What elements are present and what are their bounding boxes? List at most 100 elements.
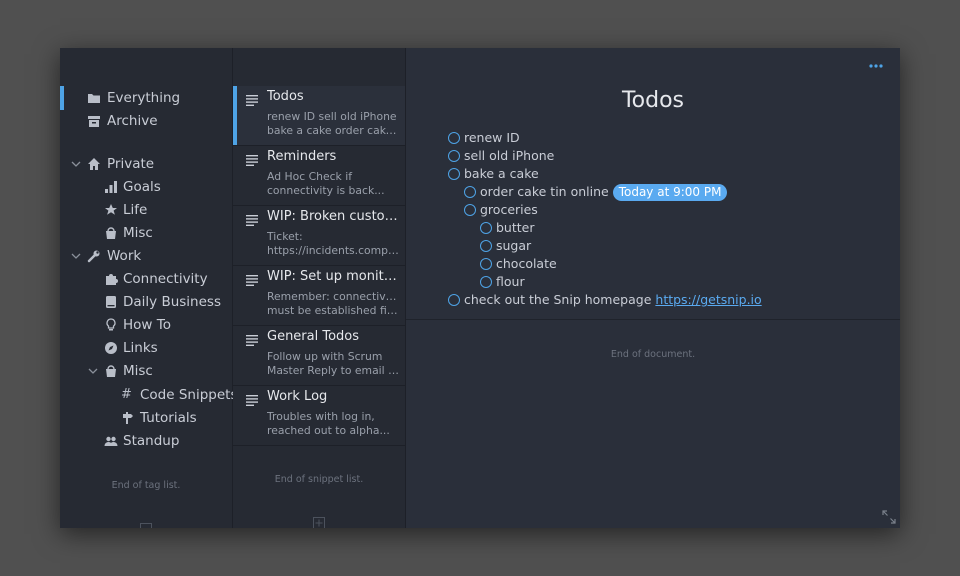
todo-checkbox[interactable] [480,258,492,270]
tag-code-snippets[interactable]: # Code Snippets [60,384,238,406]
snippet-item[interactable]: Work Log Troubles with log in, reached o… [233,386,405,446]
todo-checkbox[interactable] [480,240,492,252]
tag-list: Everything Archive Private Goals Life Mi… [60,48,238,528]
signpost-icon [123,412,133,424]
tag-label: Links [123,340,158,356]
homepage-link[interactable]: https://getsnip.io [655,292,761,307]
todo-checkbox[interactable] [480,276,492,288]
todo-text: flour [496,274,525,289]
todo-checkbox[interactable] [464,204,476,216]
snippet-preview-line: https://incidents.compan... [267,243,399,257]
tag-connectivity[interactable]: Connectivity [60,268,232,290]
wrench-icon [87,250,100,263]
todo-checkbox[interactable] [448,168,460,180]
tag-label: Misc [123,225,153,241]
document-end-note: End of document. [610,349,696,360]
snippet-item[interactable]: WIP: Broken custom... Ticket: https://in… [233,206,405,266]
snippet-preview: Remember: connectivity must be establish… [267,290,399,317]
tag-life[interactable]: Life [60,199,232,221]
todo-text: chocolate [496,256,557,271]
add-snippet-icon[interactable] [313,517,325,528]
expand-icon[interactable] [882,510,896,524]
archive-icon [88,116,100,127]
todo-checkbox[interactable] [480,222,492,234]
tag-label: Private [107,156,155,172]
document-view: Todos renew ID sell old iPhone bake a ca… [406,48,900,528]
tag-misc-work[interactable]: Misc [60,360,232,382]
chevron-down-icon[interactable] [71,159,81,169]
snippet-preview: Ticket: https://incidents.compan... [267,230,399,257]
tag-label: Work [107,248,142,264]
tag-how-to[interactable]: How To [60,314,232,336]
snippet-preview: renew ID sell old iPhone bake a cake ord… [267,110,399,137]
tag-label: Archive [107,113,158,129]
todo-checkbox[interactable] [448,132,460,144]
todo-text-label: order cake tin online [480,184,609,199]
tag-everything[interactable]: Everything [60,87,232,109]
users-icon [104,436,118,446]
snippet-preview-line: must be established first ... [267,303,399,317]
tag-standup[interactable]: Standup [60,430,232,452]
tag-work[interactable]: Work [60,245,232,267]
bar-chart-icon [105,181,117,193]
snippet-preview: Follow up with Scrum Master Reply to ema… [267,350,399,377]
snippet-item[interactable]: General Todos Follow up with Scrum Maste… [233,326,405,386]
lightbulb-icon [106,318,116,331]
chevron-down-icon[interactable] [88,366,98,376]
snippet-preview-line: Follow up with Scrum [267,350,383,363]
tag-tutorials[interactable]: Tutorials [60,407,232,429]
text-lines-icon [246,155,258,166]
tag-label: How To [123,317,171,333]
snippet-title: WIP: Broken custom... [267,209,399,224]
document-divider [406,319,900,320]
snippet-item[interactable]: Reminders Ad Hoc Check if connectivity i… [233,146,405,206]
snippet-title: General Todos [267,329,360,344]
tag-archive[interactable]: Archive [60,110,232,132]
tag-label: Code Snippets [140,387,238,403]
todo-text: order cake tin online Today at 9:00 PM [480,183,728,201]
more-options-icon[interactable] [868,62,884,70]
tag-list-end-note: End of tag list. [111,480,181,491]
reminder-badge[interactable]: Today at 9:00 PM [612,184,728,201]
todo-checkbox[interactable] [448,150,460,162]
text-lines-icon [246,215,258,226]
document-title: Todos [621,88,685,113]
basket-icon [106,365,116,377]
snippet-preview-line: reached out to alpha... [267,423,390,437]
todo-checkbox[interactable] [448,294,460,306]
tag-label: Daily Business [123,294,221,310]
snippet-preview-line: Remember: connectivity [267,290,399,303]
text-lines-icon [246,95,258,106]
tag-links[interactable]: Links [60,337,232,359]
snippet-preview-line: Ticket: [267,230,303,243]
tag-daily-business[interactable]: Daily Business [60,291,232,313]
todo-text: sugar [496,238,532,253]
tag-private[interactable]: Private [60,153,232,175]
todo-checkbox[interactable] [464,186,476,198]
snippet-preview: Troubles with log in, reached out to alp… [267,410,399,437]
snippet-preview-line: Ad Hoc Check if [267,170,353,183]
compass-icon [105,342,117,354]
tag-label: Goals [123,179,161,195]
snippet-item[interactable]: Todos renew ID sell old iPhone bake a ca… [233,86,405,146]
tag-label: Tutorials [140,410,197,426]
snippet-preview: Ad Hoc Check if connectivity is back... [267,170,399,197]
tag-misc-private[interactable]: Misc [60,222,232,244]
basket-icon [106,227,116,239]
snippet-title: Work Log [267,389,328,404]
todo-text: check out the Snip homepage https://gets… [464,291,762,309]
chevron-down-icon[interactable] [71,251,81,261]
snippet-item[interactable]: WIP: Set up monitori... Remember: connec… [233,266,405,326]
text-lines-icon [246,395,258,406]
todo-text: renew ID [464,130,520,145]
text-lines-icon [246,275,258,286]
tag-goals[interactable]: Goals [60,176,232,198]
snippet-preview-line: renew ID sell old iPhone [267,110,397,123]
snippet-title: Todos [267,89,304,104]
snippet-list-end-note: End of snippet list. [274,474,364,485]
snippet-preview-line: bake a cake order cake ti... [267,123,399,137]
home-icon [88,158,100,170]
snippet-preview-line: Master Reply to email fro... [267,363,399,377]
add-tag-icon[interactable] [140,523,152,528]
folder-icon [88,94,100,103]
